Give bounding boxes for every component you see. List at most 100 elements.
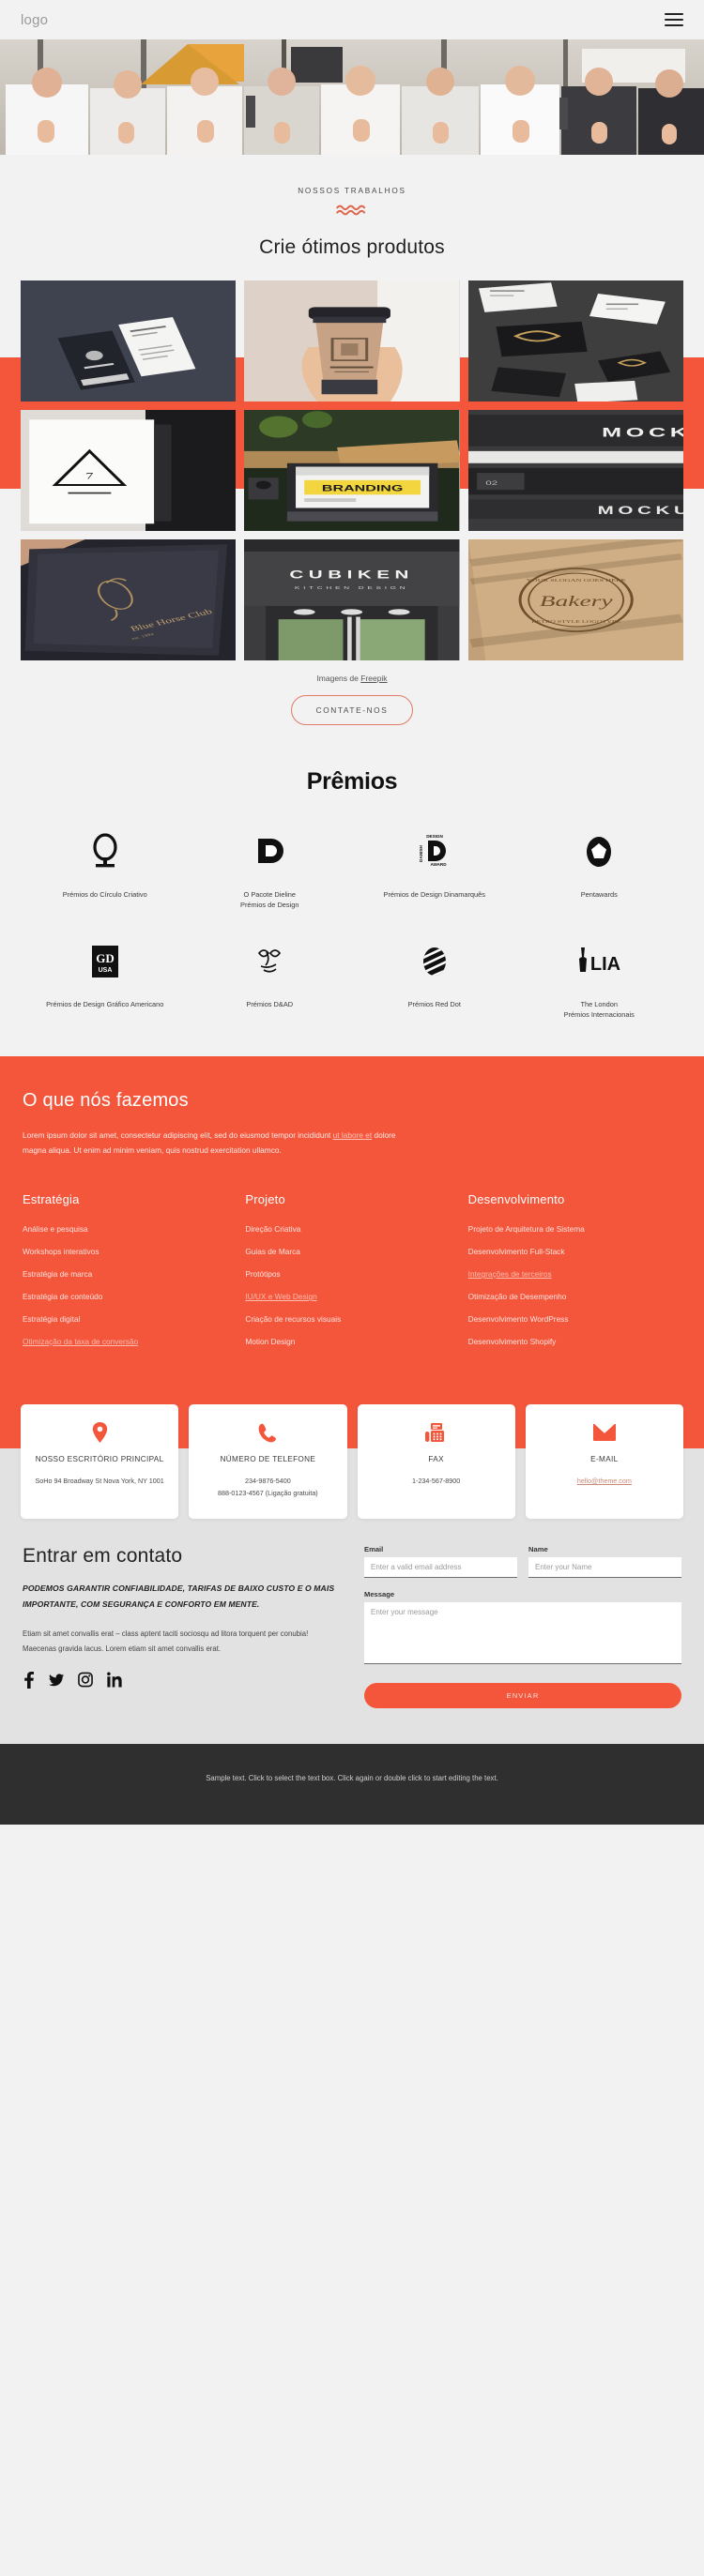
services-lead: Lorem ipsum dolor sit amet, consectetur … bbox=[23, 1128, 417, 1159]
submit-button[interactable]: ENVIAR bbox=[364, 1683, 681, 1709]
svg-text:02: 02 bbox=[485, 479, 497, 486]
lia-award-icon: LIA bbox=[517, 941, 682, 982]
award-item: Prémios Red Dot bbox=[352, 941, 517, 1021]
column-list: Direção Criativa Guias de Marca Protótip… bbox=[245, 1224, 458, 1346]
contact-fields: Email Name Message ENVIAR bbox=[364, 1545, 681, 1709]
message-textarea[interactable] bbox=[364, 1602, 681, 1665]
gdusa-icon: GD USA bbox=[23, 941, 188, 982]
contact-card-phone: NÚMERO DE TELEFONE 234-9876-5400 888-012… bbox=[189, 1404, 347, 1520]
site-logo[interactable]: logo bbox=[21, 12, 48, 28]
column-list: Projeto de Arquitetura de Sistema Desenv… bbox=[468, 1224, 681, 1346]
service-item[interactable]: Desenvolvimento Full-Stack bbox=[468, 1247, 681, 1256]
service-item[interactable]: Criação de recursos visuais bbox=[245, 1314, 458, 1324]
column-title: Estratégia bbox=[23, 1192, 80, 1207]
column-list: Análise e pesquisa Workshops interativos… bbox=[23, 1224, 236, 1346]
contact-cards-section: NOSSO ESCRITÓRIO PRINCIPAL SoHo 94 Broad… bbox=[0, 1359, 704, 1520]
gallery-item-coffee-cup-in-hand-mockup[interactable] bbox=[244, 280, 460, 402]
gallery-item-white-notebook-triangle-logo[interactable]: 7 bbox=[21, 410, 237, 531]
services-column-estrategia: Estratégia Análise e pesquisa Workshops … bbox=[23, 1192, 236, 1359]
name-field-group: Name bbox=[528, 1545, 681, 1579]
email-name-row: Email Name bbox=[364, 1545, 681, 1590]
linkedin-icon[interactable] bbox=[107, 1672, 122, 1693]
award-label: Pentawards bbox=[580, 890, 618, 899]
svg-text:GD: GD bbox=[96, 951, 115, 965]
contact-copy: Entrar em contato PODEMOS GARANTIR CONFI… bbox=[23, 1545, 340, 1708]
email-link[interactable]: hello@theme.com bbox=[577, 1477, 632, 1485]
red-dot-award-icon bbox=[352, 941, 517, 982]
fax-icon bbox=[365, 1420, 508, 1445]
contact-cards: NOSSO ESCRITÓRIO PRINCIPAL SoHo 94 Broad… bbox=[21, 1404, 683, 1520]
page-root: logo NOSSOS TRABALHOS Crie ótimos produt… bbox=[0, 0, 704, 1826]
service-item[interactable]: Estratégia digital bbox=[23, 1314, 236, 1324]
service-item[interactable]: Integrações de terceiros bbox=[468, 1269, 681, 1279]
gallery-item-flying-black-gold-business-cards[interactable] bbox=[467, 280, 683, 402]
service-item[interactable]: Projeto de Arquitetura de Sistema bbox=[468, 1224, 681, 1234]
creative-circle-award-icon bbox=[23, 831, 188, 872]
gallery-item-laptop-branding-strategy-desk[interactable]: BRANDING bbox=[244, 410, 460, 531]
hamburger-menu-icon[interactable] bbox=[665, 12, 683, 27]
service-item[interactable]: Motion Design bbox=[245, 1337, 458, 1346]
contact-title: Entrar em contato bbox=[23, 1545, 183, 1568]
award-label: Prémios de Design Dinamarquês bbox=[383, 890, 485, 899]
svg-text:RETRO STYLE LOGOTYPE: RETRO STYLE LOGOTYPE bbox=[531, 620, 620, 625]
footer-text[interactable]: Sample text. Click to select the text bo… bbox=[197, 1772, 507, 1785]
dark-box-business-card-mockup bbox=[21, 280, 237, 402]
cubiken-storefront-signage: CUBIKEN KITCHEN DESIGN bbox=[244, 539, 460, 660]
column-title: Projeto bbox=[245, 1192, 285, 1207]
gallery-item-dark-mockup-cards-stack[interactable]: MOCKUP 02 MOCKUP bbox=[467, 410, 683, 531]
gallery-item-blue-horse-club-envelope[interactable]: Blue Horse Club est. 1994 bbox=[21, 539, 237, 660]
facebook-icon[interactable] bbox=[23, 1672, 35, 1693]
service-item[interactable]: Direção Criativa bbox=[245, 1224, 458, 1234]
card-value: 234-9876-5400 888-0123-4567 (Ligação gra… bbox=[218, 1477, 318, 1497]
instagram-icon[interactable] bbox=[78, 1672, 93, 1693]
service-item[interactable]: Protótipos bbox=[245, 1269, 458, 1279]
card-title: NOSSO ESCRITÓRIO PRINCIPAL bbox=[35, 1455, 164, 1464]
bakery-stamp-kraft-paper: YOUR SLOGAN GOES HERE Bakery RETRO STYLE… bbox=[467, 539, 683, 660]
dand-ad-icon bbox=[188, 941, 353, 982]
white-notebook-triangle-logo: 7 bbox=[21, 410, 237, 531]
dieline-package-award-icon bbox=[188, 831, 353, 872]
twitter-icon[interactable] bbox=[49, 1672, 64, 1693]
svg-text:AWARD: AWARD bbox=[430, 862, 447, 867]
contact-card-fax: FAX 1-234-567-8900 bbox=[357, 1404, 515, 1520]
award-item: Prémios do Círculo Criativo bbox=[23, 831, 188, 911]
svg-text:MOCKUP: MOCKUP bbox=[602, 425, 683, 440]
service-item[interactable]: Desenvolvimento Shopify bbox=[468, 1337, 681, 1346]
works-intro: NOSSOS TRABALHOS Crie ótimos produtos bbox=[0, 155, 704, 259]
gallery-item-dark-box-business-card-mockup[interactable] bbox=[21, 280, 237, 402]
services-columns: Estratégia Análise e pesquisa Workshops … bbox=[23, 1192, 681, 1359]
credit-prefix: Imagens de bbox=[316, 674, 361, 683]
svg-text:MOCKUP: MOCKUP bbox=[597, 505, 683, 517]
name-label: Name bbox=[528, 1545, 548, 1554]
service-item[interactable]: Otimização da taxa de conversão bbox=[23, 1337, 236, 1346]
service-item[interactable]: IU/UX e Web Design bbox=[245, 1292, 458, 1301]
svg-text:DESIGN: DESIGN bbox=[426, 834, 443, 839]
card-value: SoHo 94 Broadway St Nova York, NY 1001 bbox=[35, 1477, 164, 1486]
contact-subtitle: PODEMOS GARANTIR CONFIABILIDADE, TARIFAS… bbox=[23, 1583, 335, 1609]
service-item[interactable]: Workshops interativos bbox=[23, 1247, 236, 1256]
services-lead-link[interactable]: ut labore et bbox=[333, 1130, 373, 1140]
laptop-branding-strategy-desk: BRANDING bbox=[244, 410, 460, 531]
map-pin-icon bbox=[28, 1420, 171, 1445]
contact-us-button[interactable]: CONTATE-NOS bbox=[290, 695, 414, 725]
cta-container: CONTATE-NOS bbox=[0, 695, 704, 763]
name-input[interactable] bbox=[528, 1557, 681, 1579]
hero-banner bbox=[0, 39, 704, 155]
email-label: Email bbox=[364, 1545, 384, 1554]
award-item: GD USA Prémios de Design Gráfico American… bbox=[23, 941, 188, 1021]
freepik-link[interactable]: Freepik bbox=[360, 674, 387, 683]
service-item[interactable]: Guias de Marca bbox=[245, 1247, 458, 1256]
gallery-item-bakery-stamp-kraft-paper[interactable]: YOUR SLOGAN GOES HERE Bakery RETRO STYLE… bbox=[467, 539, 683, 660]
email-input[interactable] bbox=[364, 1557, 517, 1579]
gallery-grid: 7 BRANDING MOC 02 MOCK Blue Horse Club e… bbox=[0, 280, 704, 660]
email-field-group: Email bbox=[364, 1545, 517, 1579]
service-item[interactable]: Desenvolvimento WordPress bbox=[468, 1314, 681, 1324]
award-label: Prémios de Design Gráfico Americano bbox=[46, 999, 164, 1008]
service-item[interactable]: Análise e pesquisa bbox=[23, 1224, 236, 1234]
card-title: NÚMERO DE TELEFONE bbox=[220, 1455, 316, 1464]
gallery-item-cubiken-storefront-signage[interactable]: CUBIKEN KITCHEN DESIGN bbox=[244, 539, 460, 660]
service-item[interactable]: Estratégia de conteúdo bbox=[23, 1292, 236, 1301]
service-item[interactable]: Otimização de Desempenho bbox=[468, 1292, 681, 1301]
service-item[interactable]: Estratégia de marca bbox=[23, 1269, 236, 1279]
danish-design-award-icon: DESIGN DANISH AWARD bbox=[352, 831, 517, 872]
